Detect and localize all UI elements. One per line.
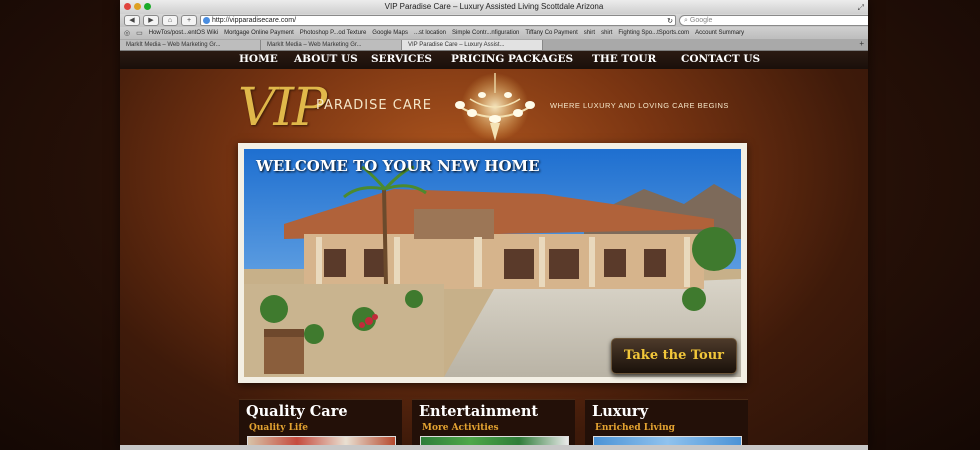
tab-markit-1[interactable]: MarkIt Media – Web Marketing Gr...: [120, 40, 261, 50]
bookmarks-bar: ◎ ▭ HowTos/post...entOS Wiki Mortgage On…: [120, 27, 868, 39]
logo-name: PARADISE CARE: [316, 98, 432, 113]
add-bookmark-button[interactable]: +: [181, 15, 197, 26]
window-controls: [124, 3, 151, 10]
hero-banner[interactable]: WELCOME TO YOUR NEW HOME Take the Tour: [238, 143, 747, 383]
tagline: WHERE LUXURY AND LOVING CARE BEGINS: [550, 101, 729, 110]
url-text[interactable]: http://vipparadisecare.com/: [212, 17, 665, 24]
tab-bar: MarkIt Media – Web Marketing Gr... MarkI…: [120, 39, 868, 51]
bookmark-item[interactable]: HowTos/post...entOS Wiki: [149, 30, 218, 36]
bookmark-item[interactable]: Mortgage Online Payment: [224, 30, 294, 36]
browser-toolbar: ◀ ▶ ⌂ + http://vipparadisecare.com/ ↻ ⌕ …: [120, 14, 868, 27]
bookmark-item[interactable]: shirt: [584, 30, 595, 36]
bookmark-item[interactable]: Simple Contr...nfiguration: [452, 30, 519, 36]
feature-luxury[interactable]: Luxury Enriched Living: [585, 399, 748, 450]
bookmark-item[interactable]: Tiffany Co Payment: [525, 30, 577, 36]
resize-icon[interactable]: ⤢: [858, 1, 864, 15]
browser-window: VIP Paradise Care – Luxury Assisted Livi…: [120, 0, 868, 450]
take-the-tour-button[interactable]: Take the Tour: [611, 338, 737, 374]
website-content: HOME ABOUT US SERVICES PRICING PACKAGES …: [120, 51, 868, 450]
main-nav: HOME ABOUT US SERVICES PRICING PACKAGES …: [120, 51, 868, 69]
feature-quality-care[interactable]: Quality Care Quality Life: [239, 399, 402, 450]
address-bar[interactable]: http://vipparadisecare.com/ ↻: [200, 15, 676, 26]
hero-title: WELCOME TO YOUR NEW HOME: [256, 157, 540, 175]
logo-vip[interactable]: VIP: [238, 78, 327, 138]
back-button[interactable]: ◀: [124, 15, 140, 26]
bookmark-item[interactable]: Account Summary: [695, 30, 744, 36]
feature-subtitle: Enriched Living: [595, 423, 675, 433]
reload-icon[interactable]: ↻: [667, 17, 673, 25]
feature-title: Quality Care: [246, 403, 348, 420]
feature-subtitle: More Activities: [422, 423, 499, 433]
nav-home[interactable]: HOME: [239, 53, 278, 65]
home-button[interactable]: ⌂: [162, 15, 178, 26]
forward-button[interactable]: ▶: [143, 15, 159, 26]
nav-contact-us[interactable]: CONTACT US: [681, 53, 760, 65]
tab-vip-paradise[interactable]: VIP Paradise Care – Luxury Assist...: [402, 40, 543, 50]
new-tab-icon[interactable]: +: [859, 39, 864, 48]
title-bar: VIP Paradise Care – Luxury Assisted Livi…: [120, 0, 868, 14]
minimize-icon[interactable]: [134, 3, 141, 10]
feature-title: Luxury: [592, 403, 648, 420]
reading-list-icon[interactable]: ◎: [124, 29, 130, 37]
bookmark-item[interactable]: Photoshop P...od Texture: [300, 30, 367, 36]
plus-icon: +: [186, 17, 192, 24]
feature-title: Entertainment: [419, 403, 539, 420]
chandelier-image: [455, 73, 535, 141]
chevron-left-icon: ◀: [129, 17, 135, 24]
window-title: VIP Paradise Care – Luxury Assisted Livi…: [384, 2, 604, 11]
bookmark-item[interactable]: Google Maps: [372, 30, 408, 36]
nav-services[interactable]: SERVICES: [371, 53, 432, 65]
globe-icon: [203, 17, 210, 24]
chevron-right-icon: ▶: [148, 17, 154, 24]
search-icon: ⌕: [684, 17, 688, 24]
bookmark-item[interactable]: ...st location: [414, 30, 446, 36]
home-icon: ⌂: [167, 17, 173, 24]
close-icon[interactable]: [124, 3, 131, 10]
search-input[interactable]: ⌕ Google: [679, 15, 868, 26]
search-placeholder: Google: [689, 17, 713, 24]
bookmark-item[interactable]: Fighting Spo...tSports.com: [618, 30, 689, 36]
tab-markit-2[interactable]: MarkIt Media – Web Marketing Gr...: [261, 40, 402, 50]
nav-the-tour[interactable]: THE TOUR: [592, 53, 656, 65]
zoom-icon[interactable]: [144, 3, 151, 10]
nav-pricing-packages[interactable]: PRICING PACKAGES: [451, 53, 573, 65]
bookmarks-book-icon[interactable]: ▭: [136, 29, 143, 37]
feature-subtitle: Quality Life: [249, 423, 308, 433]
bookmark-item[interactable]: shirt: [601, 30, 612, 36]
nav-about-us[interactable]: ABOUT US: [294, 53, 358, 65]
feature-entertainment[interactable]: Entertainment More Activities: [412, 399, 575, 450]
status-bar: [120, 445, 868, 450]
